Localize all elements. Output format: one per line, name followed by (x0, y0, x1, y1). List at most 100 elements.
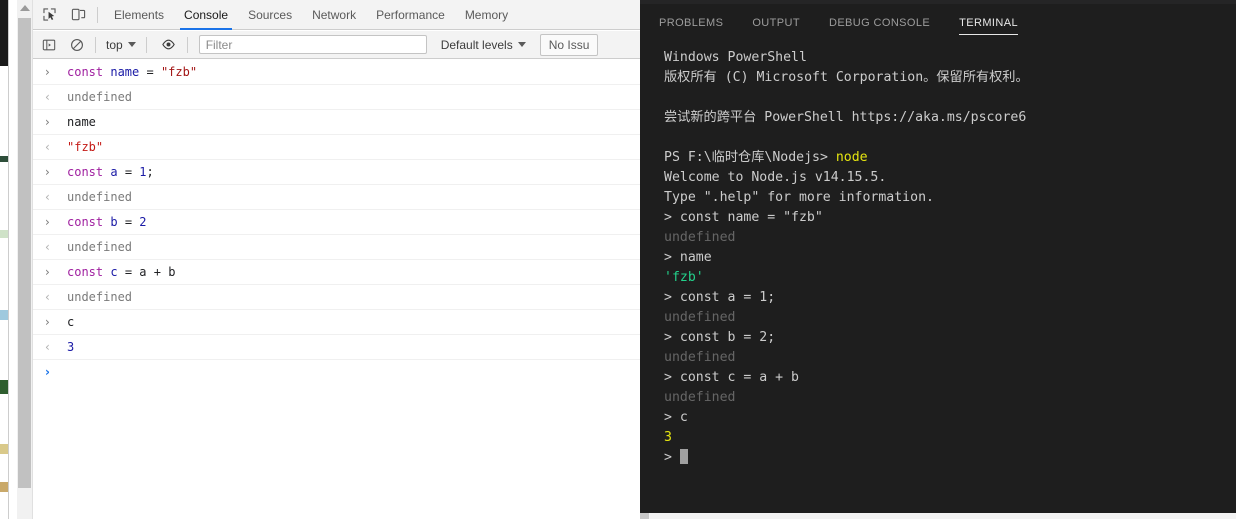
devtools-tab-bar: Elements Console Sources Network Perform… (33, 0, 640, 30)
prompt-arrow-icon: › (45, 315, 50, 329)
underlying-page-sliver (0, 0, 8, 519)
console-token: const (67, 215, 104, 229)
result-arrow-icon: ‹ (45, 190, 50, 204)
terminal-text: > const name = "fzb" (664, 210, 823, 225)
chevron-down-icon-levels (517, 42, 526, 47)
console-token: = (117, 265, 140, 279)
console-token: b (168, 265, 176, 279)
page-sliver-band (0, 162, 8, 230)
toolbar-divider (97, 6, 98, 23)
prompt-arrow-icon: › (45, 365, 50, 379)
console-token: c (67, 315, 75, 329)
console-input-row: › const b = 2 (33, 210, 640, 235)
panel-tab-problems[interactable]: PROBLEMS (659, 4, 723, 42)
page-sliver-band (0, 238, 8, 310)
terminal-line: 尝试新的跨平台 PowerShell https://aka.ms/pscore… (664, 108, 1236, 128)
page-sliver-band (0, 320, 8, 380)
console-token: a (110, 165, 118, 179)
terminal-output[interactable]: Windows PowerShell 版权所有 (C) Microsoft Cor… (640, 48, 1236, 513)
console-filter-input[interactable]: Filter (198, 35, 427, 54)
terminal-line: > c (664, 408, 1236, 428)
status-bar-nub (640, 513, 649, 519)
tab-network[interactable]: Network (302, 0, 366, 30)
terminal-text: Type ".help" for more information. (664, 190, 934, 205)
live-expression-eye-icon[interactable] (157, 33, 181, 57)
page-sliver-band (0, 444, 8, 454)
scroll-up-arrow-icon[interactable] (20, 5, 30, 11)
panel-tab-output[interactable]: OUTPUT (752, 4, 800, 42)
result-arrow-icon: ‹ (45, 340, 50, 354)
page-sliver-band (0, 394, 8, 444)
terminal-text: 尝试新的跨平台 PowerShell https://aka.ms/pscore… (664, 110, 1027, 125)
console-token: = (139, 65, 161, 79)
inspect-element-icon[interactable] (36, 2, 62, 28)
tab-console[interactable]: Console (174, 0, 238, 30)
scrollbar-thumb[interactable] (18, 18, 31, 488)
console-token: b (110, 215, 118, 229)
console-token: const (67, 265, 104, 279)
console-token: name (110, 65, 140, 79)
prompt-arrow-icon: › (45, 65, 50, 79)
issues-badge[interactable]: No Issu (539, 33, 599, 56)
console-token: = (117, 215, 140, 229)
console-token: name (67, 115, 96, 129)
devtools-panel: Elements Console Sources Network Perform… (8, 0, 640, 519)
console-sidebar-icon[interactable] (37, 33, 61, 57)
status-bar-strip (640, 513, 1236, 519)
chevron-down-icon (127, 42, 136, 47)
tab-sources[interactable]: Sources (238, 0, 302, 30)
terminal-line: Windows PowerShell (664, 48, 1236, 68)
result-arrow-icon: ‹ (45, 240, 50, 254)
toolbar-divider-3 (145, 36, 147, 53)
clear-console-icon[interactable] (65, 33, 89, 57)
console-token: undefined (67, 240, 133, 254)
panel-tab-terminal[interactable]: TERMINAL (959, 4, 1018, 42)
tab-elements[interactable]: Elements (104, 0, 174, 30)
terminal-line: Type ".help" for more information. (664, 188, 1236, 208)
terminal-line: undefined (664, 228, 1236, 248)
console-token: 2 (139, 215, 147, 229)
execution-context-selector[interactable]: top (102, 38, 140, 52)
log-levels-label: Default levels (440, 37, 513, 52)
terminal-line: > const name = "fzb" (664, 208, 1236, 228)
terminal-text: 版权所有 (C) Microsoft Corporation。保留所有权利。 (664, 70, 1029, 85)
console-token: undefined (67, 90, 133, 104)
console-input-row: › const name = "fzb" (33, 60, 640, 85)
tab-performance[interactable]: Performance (366, 0, 455, 30)
terminal-text: undefined (664, 350, 736, 365)
vscode-panel: PROBLEMS OUTPUT DEBUG CONSOLE TERMINAL W… (640, 0, 1236, 519)
console-token: undefined (67, 190, 133, 204)
page-sliver-band (0, 66, 8, 156)
terminal-text: undefined (664, 310, 736, 325)
console-output-row: ‹ "fzb" (33, 135, 640, 160)
terminal-line: Welcome to Node.js v14.15.5. (664, 168, 1236, 188)
console-token: + (146, 265, 169, 279)
terminal-text: PS F:\临时仓库\Nodejs> (664, 150, 836, 165)
console-message-list[interactable]: › const name = "fzb" ‹ undefined › name ‹ "fzb"… (33, 60, 640, 519)
tab-memory[interactable]: Memory (455, 0, 518, 30)
prompt-arrow-icon: › (45, 265, 50, 279)
console-prompt-row[interactable]: › (33, 360, 640, 385)
console-output-row: ‹ undefined (33, 85, 640, 110)
console-output-row: ‹ 3 (33, 335, 640, 360)
terminal-text: Windows PowerShell (664, 50, 807, 65)
console-output-row: ‹ undefined (33, 185, 640, 210)
result-arrow-icon: ‹ (45, 90, 50, 104)
terminal-text: 3 (664, 430, 672, 445)
page-sliver-band (0, 380, 8, 394)
panel-tab-debug-console[interactable]: DEBUG CONSOLE (829, 4, 930, 42)
terminal-line: 'fzb' (664, 268, 1236, 288)
terminal-text: undefined (664, 390, 736, 405)
console-output-row: ‹ undefined (33, 285, 640, 310)
page-sliver-band (0, 310, 8, 320)
console-filter-toolbar: top Filter Default levels No Issu (33, 31, 640, 59)
console-token: c (110, 265, 118, 279)
device-toolbar-icon[interactable] (65, 2, 91, 28)
terminal-text: > name (664, 250, 712, 265)
panel-tab-bar: PROBLEMS OUTPUT DEBUG CONSOLE TERMINAL (640, 4, 1236, 42)
terminal-line: > const b = 2; (664, 328, 1236, 348)
devtools-vertical-scrollbar[interactable] (17, 0, 33, 519)
log-levels-selector[interactable]: Default levels (437, 38, 530, 52)
